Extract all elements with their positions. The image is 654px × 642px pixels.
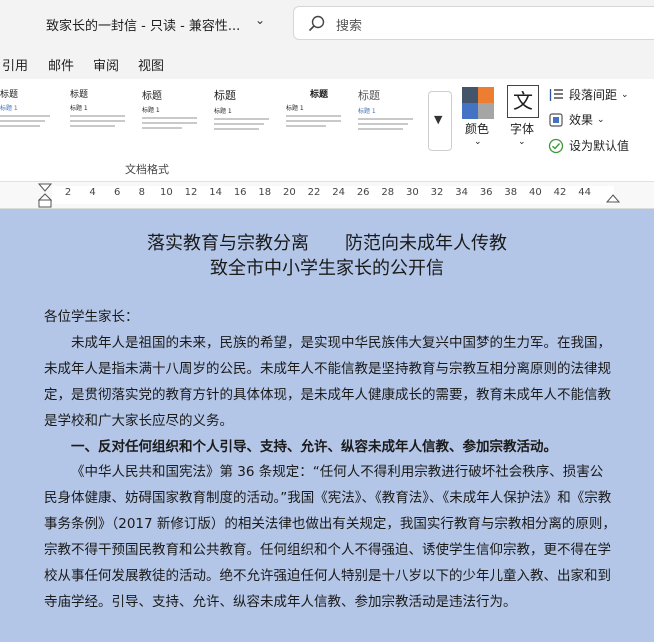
colors-label[interactable]: 颜色	[465, 120, 489, 137]
document-page[interactable]: 落实教育与宗教分离 防范向未成年人传教 致全市中小学生家长的公开信 各位学生家长…	[0, 209, 654, 642]
style-head: 标题	[142, 91, 162, 102]
ribbon: 标题 标题 1 标题 标题 1 标题 标题 1 标题 标题 1 标题 标题 1 …	[0, 79, 654, 182]
chevron-down-icon: ▼	[434, 113, 443, 126]
doc-title-line1: 落实教育与宗教分离 防范向未成年人传教	[147, 233, 507, 254]
indent-marker-icon[interactable]	[38, 183, 52, 208]
set-default-label: 设为默认值	[569, 139, 630, 153]
ruler-tick: 26	[356, 187, 370, 198]
style-sub: 标题 1	[214, 108, 232, 115]
effects-label: 效果	[569, 113, 594, 127]
paragraph-spacing-button[interactable]: 段落间距 ⌄	[548, 86, 629, 103]
group-label: 文档格式	[125, 163, 169, 176]
doc-title-line2: 致全市中小学生家长的公开信	[210, 258, 444, 279]
gallery-more-button[interactable]: ▼	[428, 91, 452, 151]
ruler-tick: 12	[184, 187, 198, 198]
tab-mailings[interactable]: 邮件	[48, 55, 74, 74]
style-head: 标题	[358, 89, 380, 102]
style-sub: 标题 1	[142, 107, 160, 114]
fonts-icon[interactable]: 文	[507, 85, 539, 118]
ruler-tick: 22	[307, 187, 321, 198]
ruler-tick: 34	[455, 187, 468, 198]
paragraph-1: 未成年人是祖国的未来，民族的希望，是实现中华民族伟大复兴中国梦的生力军。在我国，…	[44, 334, 611, 429]
ruler-tick: 14	[209, 187, 222, 198]
chevron-down-icon[interactable]: ⌄	[518, 137, 526, 147]
effects-button[interactable]: 效果 ⌄	[548, 111, 605, 128]
style-sub: 标题 1	[0, 105, 18, 112]
search-box[interactable]: 搜索	[293, 6, 654, 40]
chevron-down-icon: ⌄	[597, 114, 605, 125]
style-gallery: 标题 标题 1 标题 标题 1 标题 标题 1 标题 标题 1 标题 标题 1 …	[0, 87, 425, 153]
paragraph-2: 《中华人民共和国宪法》第 36 条规定：“任何人不得利用宗教进行破坏社会秩序、损…	[44, 464, 616, 610]
effects-icon	[549, 112, 563, 127]
chevron-down-icon[interactable]: ⌄	[255, 13, 265, 27]
style-sub: 标题 1	[70, 105, 88, 112]
document-title[interactable]: 致家长的一封信 - 只读 - 兼容性...	[46, 15, 240, 34]
chevron-down-icon[interactable]: ⌄	[474, 137, 482, 147]
style-set-6[interactable]: 标题 标题 1	[358, 87, 424, 147]
ruler-tick: 6	[114, 187, 121, 198]
ruler-tick: 20	[283, 187, 296, 198]
style-set-2[interactable]: 标题 标题 1	[70, 87, 136, 147]
right-indent-marker-icon[interactable]	[606, 194, 620, 204]
checkmark-icon	[548, 138, 564, 153]
chevron-down-icon: ⌄	[621, 89, 629, 100]
style-set-1[interactable]: 标题 标题 1	[0, 87, 66, 147]
ruler-tick: 40	[529, 187, 542, 198]
ruler-tick: 8	[138, 187, 145, 198]
set-default-button[interactable]: 设为默认值	[548, 137, 629, 154]
ruler-tick: 18	[258, 187, 272, 198]
search-icon	[308, 15, 325, 32]
style-head: 标题	[0, 90, 19, 100]
ruler-tick: 2	[64, 187, 72, 198]
colors-icon[interactable]	[461, 86, 495, 120]
tab-references[interactable]: 引用	[2, 55, 28, 74]
horizontal-ruler[interactable]: 2 4 6 8 10 12 14 16 18 20 22 24 26 28 30…	[0, 182, 654, 209]
tab-view[interactable]: 视图	[138, 55, 164, 74]
doc-body: 各位学生家长： 未成年人是祖国的未来，民族的希望，是实现中华民族伟大复兴中国梦的…	[44, 305, 616, 616]
section-heading-1: 一、反对任何组织和个人引导、支持、允许、纵容未成年人信教、参加宗教活动。	[71, 438, 557, 455]
style-set-3[interactable]: 标题 标题 1	[142, 87, 208, 147]
style-head: 标题	[214, 89, 236, 102]
ruler-tick: 10	[160, 187, 173, 198]
style-head: 标题	[309, 90, 328, 100]
style-set-5[interactable]: 标题 标题 1	[286, 87, 352, 147]
ruler-tick: 44	[578, 187, 591, 198]
ribbon-tabs: 引用 邮件 审阅 视图	[0, 47, 654, 79]
ruler-tick: 4	[89, 187, 96, 198]
tab-review[interactable]: 审阅	[93, 55, 119, 74]
ruler-tick: 38	[504, 187, 518, 198]
ruler-tick: 24	[332, 187, 345, 198]
ruler-tick: 30	[406, 187, 419, 198]
style-set-4[interactable]: 标题 标题 1	[214, 87, 280, 147]
search-placeholder: 搜索	[336, 19, 363, 34]
title-bar: 致家长的一封信 - 只读 - 兼容性... ⌄ 搜索	[0, 0, 654, 47]
style-head: 标题	[70, 90, 89, 100]
ruler-tick: 28	[381, 187, 395, 198]
paragraph-spacing-label: 段落间距	[569, 88, 618, 102]
style-sub: 标题 1	[358, 108, 376, 115]
salutation: 各位学生家长：	[44, 309, 139, 325]
fonts-label[interactable]: 字体	[510, 120, 534, 137]
ruler-tick: 36	[479, 187, 493, 198]
ruler-tick: 32	[430, 187, 444, 198]
style-sub: 标题 1	[286, 105, 304, 112]
paragraph-spacing-icon	[549, 88, 563, 101]
ruler-tick: 42	[553, 187, 567, 198]
ruler-tick: 16	[233, 187, 247, 198]
